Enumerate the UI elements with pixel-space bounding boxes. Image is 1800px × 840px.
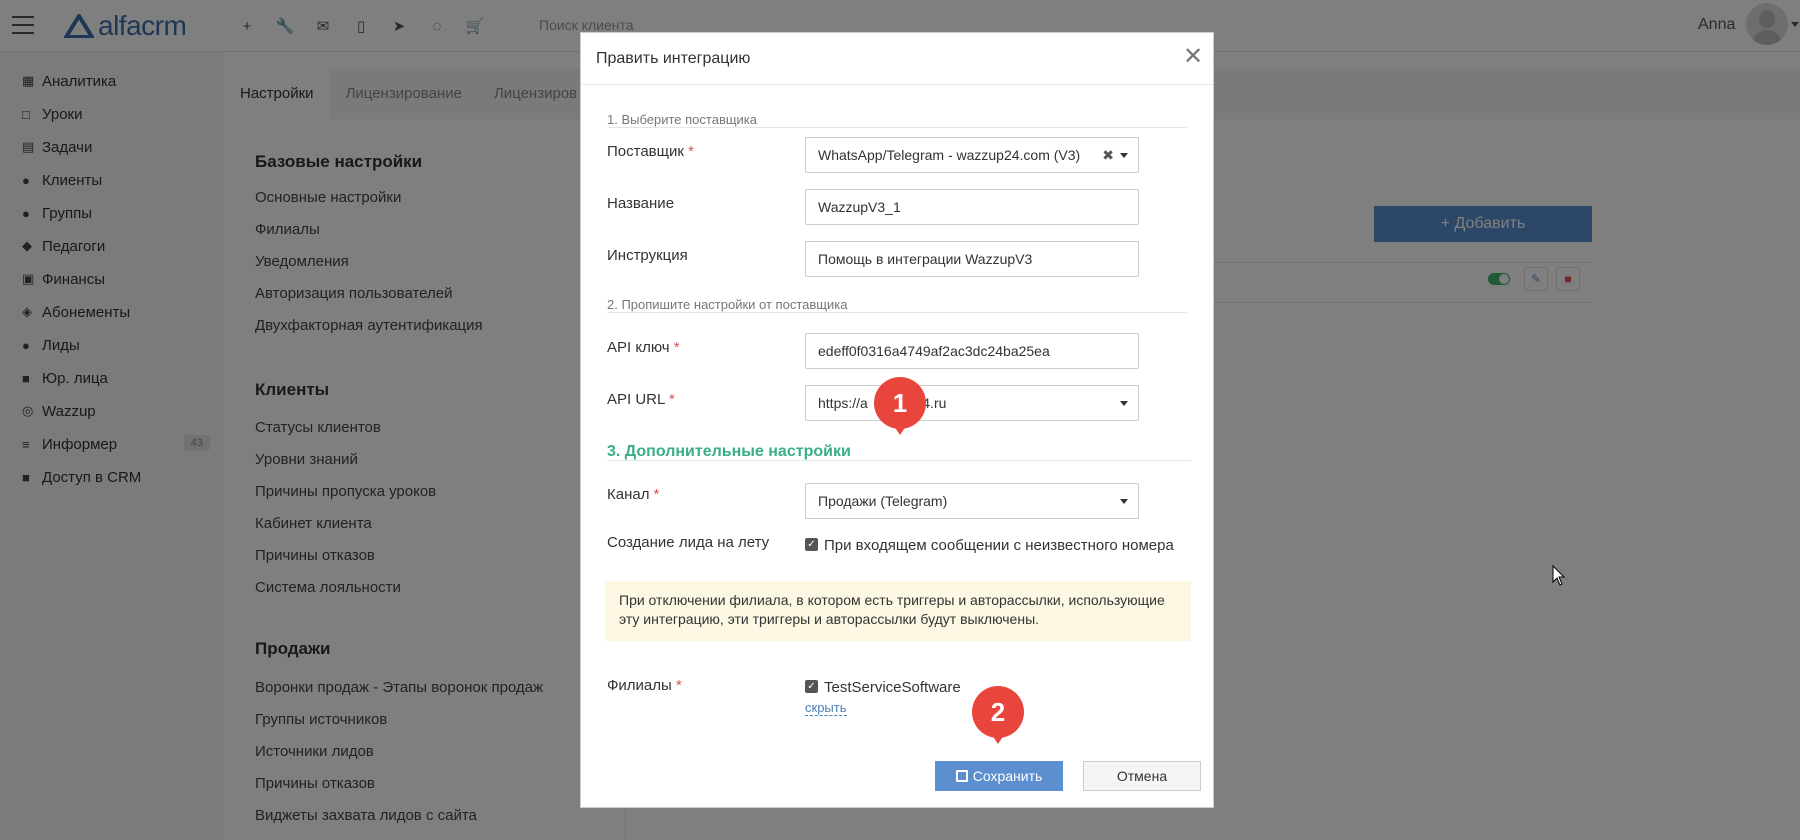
mouse-cursor-icon [1552, 565, 1566, 586]
api-url-select[interactable]: https://a p24.ru [805, 385, 1139, 421]
cancel-button[interactable]: Отмена [1083, 761, 1201, 791]
section-heading: 1. Выберите поставщика [607, 112, 758, 127]
divider [607, 312, 1187, 313]
modal-title: Править интеграцию [596, 50, 751, 67]
hide-link[interactable]: скрыть [805, 700, 847, 716]
section-heading: 3. Дополнительные настройки [607, 443, 851, 460]
api-key-field[interactable]: edeff0f0316a4749af2ac3dc24ba25ea [805, 333, 1139, 369]
save-highlight: Сохранить [919, 745, 1083, 807]
branch-checkbox-label: TestServiceSoftware [824, 679, 961, 696]
name-field[interactable]: WazzupV3_1 [805, 189, 1139, 225]
channel-value: Продажи (Telegram) [818, 493, 948, 509]
lead-checkbox[interactable]: ✓ [805, 538, 818, 551]
step-marker-1: 1 [874, 377, 926, 435]
save-button[interactable]: Сохранить [935, 761, 1063, 791]
additional-settings-panel: 3. Дополнительные настройки Канал * Прод… [599, 434, 1199, 728]
section-heading: 2. Пропишите настройки от поставщика [607, 297, 848, 312]
branches-label: Филиалы * [607, 677, 682, 694]
divider [607, 127, 1187, 128]
clear-icon[interactable]: ✖ [1102, 138, 1114, 172]
close-icon[interactable]: ✕ [1183, 45, 1203, 69]
instruction-link[interactable]: Помощь в интеграции WazzupV3 [805, 241, 1139, 277]
channel-label: Канал * [607, 486, 660, 503]
instruction-label: Инструкция [607, 247, 688, 264]
save-button-label: Сохранить [972, 768, 1043, 784]
lead-creation-label: Создание лида на лету [607, 534, 770, 551]
api-key-label: API ключ * [607, 339, 680, 356]
chevron-down-icon [1120, 401, 1128, 406]
provider-select[interactable]: WhatsApp/Telegram - wazzup24.com (V3) ✖ [805, 137, 1139, 173]
provider-label: Поставщик * [607, 143, 694, 160]
name-label: Название [607, 195, 675, 212]
branch-checkbox[interactable]: ✓ [805, 680, 818, 693]
lead-checkbox-label: При входящем сообщении с неизвестного но… [824, 537, 1174, 554]
modal-header: Править интеграцию ✕ [581, 33, 1213, 85]
chevron-down-icon [1120, 499, 1128, 504]
warning-alert: При отключении филиала, в котором есть т… [605, 581, 1191, 641]
provider-value: WhatsApp/Telegram - wazzup24.com (V3) [818, 147, 1081, 163]
channel-select[interactable]: Продажи (Telegram) [805, 483, 1139, 519]
divider [607, 460, 1191, 461]
floppy-icon [955, 770, 968, 782]
api-url-label: API URL * [607, 391, 675, 408]
step-marker-2: 2 [972, 686, 1024, 744]
chevron-down-icon [1120, 153, 1128, 158]
